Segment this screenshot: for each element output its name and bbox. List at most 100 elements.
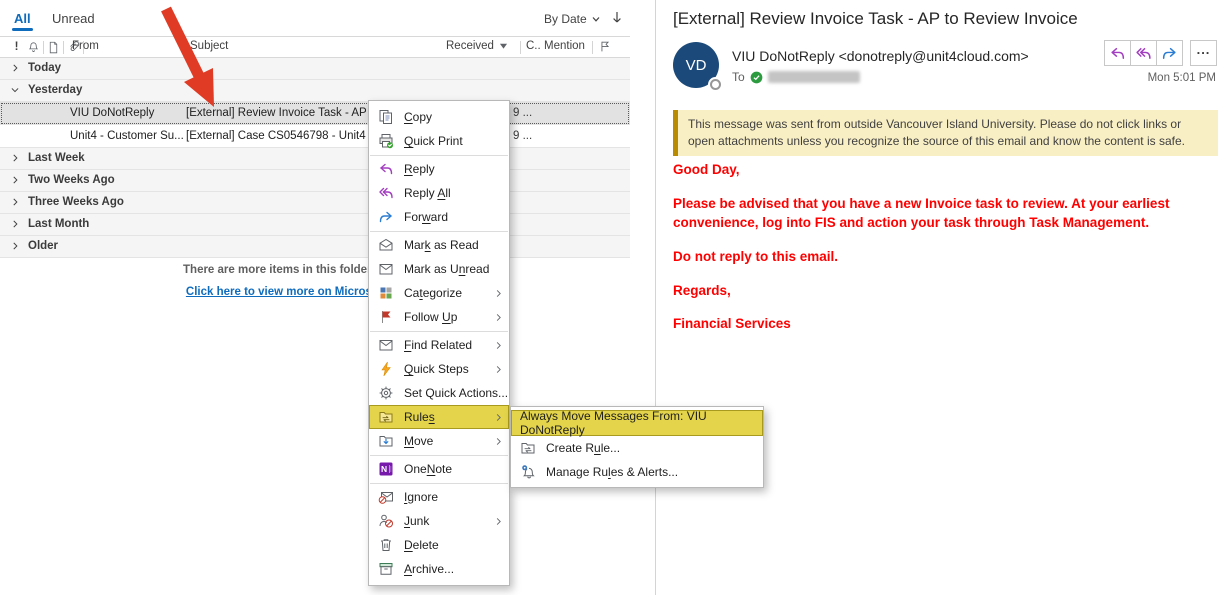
group-row-last-month[interactable]: Last Month bbox=[0, 214, 630, 236]
received-column-header[interactable]: Received bbox=[446, 40, 508, 52]
email-body-paragraph: Regards, bbox=[673, 282, 1212, 301]
onenote-icon: N bbox=[378, 461, 394, 477]
menu-item-quick-print[interactable]: Quick Print bbox=[369, 129, 509, 153]
menu-item-set-quick-actions[interactable]: Set Quick Actions... bbox=[369, 381, 509, 405]
bell-icon[interactable] bbox=[25, 41, 42, 54]
menu-item-label: Junk bbox=[404, 514, 493, 528]
group-label: Today bbox=[28, 62, 61, 74]
from-column-header[interactable]: From bbox=[72, 40, 99, 52]
mention-column-header[interactable]: Mention bbox=[544, 40, 585, 52]
importance-column-header[interactable]: ! bbox=[8, 41, 25, 53]
menu-item-label: Categorize bbox=[404, 286, 493, 300]
sort-by-dropdown[interactable]: By Date bbox=[544, 12, 601, 26]
reply-all-button[interactable] bbox=[1130, 40, 1157, 66]
to-label: To bbox=[732, 70, 745, 84]
flag-filter-icon[interactable] bbox=[598, 39, 612, 57]
checkmark-badge-icon bbox=[750, 71, 763, 84]
message-rows: Today YesterdayVIU DoNotReply[External] R… bbox=[0, 58, 630, 258]
group-row-yesterday[interactable]: Yesterday bbox=[0, 80, 630, 102]
avatar-initials: VD bbox=[686, 57, 707, 74]
sender-name[interactable]: VIU DoNotReply <donotreply@unit4cloud.co… bbox=[732, 48, 1029, 64]
menu-item-rules[interactable]: Rules bbox=[369, 405, 509, 429]
chevron-right-icon[interactable] bbox=[10, 175, 20, 188]
submenu-item-always-move-messages-from-viu-donotreply[interactable]: Always Move Messages From: VIU DoNotRepl… bbox=[511, 410, 763, 436]
menu-item-find-related[interactable]: Find Related bbox=[369, 333, 509, 357]
forward-icon bbox=[1161, 45, 1178, 62]
chevron-right-icon[interactable] bbox=[10, 219, 20, 232]
menu-item-archive[interactable]: Archive... bbox=[369, 557, 509, 581]
group-label: Older bbox=[28, 240, 58, 252]
chevron-right-icon bbox=[493, 364, 504, 375]
menu-item-label: Find Related bbox=[404, 338, 493, 352]
menu-separator bbox=[370, 483, 508, 484]
junk-icon bbox=[378, 513, 394, 529]
tab-unread[interactable]: Unread bbox=[52, 11, 95, 26]
page-icon[interactable] bbox=[45, 41, 62, 54]
group-row-older[interactable]: Older bbox=[0, 236, 630, 258]
menu-item-junk[interactable]: Junk bbox=[369, 509, 509, 533]
message-row[interactable]: VIU DoNotReply[External] Review Invoice … bbox=[0, 102, 630, 125]
menu-item-forward[interactable]: Forward bbox=[369, 205, 509, 229]
group-label: Two Weeks Ago bbox=[28, 174, 115, 186]
menu-item-copy[interactable]: Copy bbox=[369, 105, 509, 129]
group-row-three-weeks-ago[interactable]: Three Weeks Ago bbox=[0, 192, 630, 214]
menu-item-label: Reply bbox=[404, 162, 504, 176]
mark-unread-icon bbox=[378, 261, 394, 277]
menu-item-mark-as-unread[interactable]: Mark as Unread bbox=[369, 257, 509, 281]
chevron-right-icon[interactable] bbox=[10, 63, 20, 76]
move-icon bbox=[378, 433, 394, 449]
header-divider bbox=[43, 41, 44, 54]
reply-all-icon bbox=[378, 185, 394, 201]
redacted-recipient[interactable] bbox=[768, 71, 860, 83]
rules-submenu: Always Move Messages From: VIU DoNotRepl… bbox=[510, 406, 764, 488]
chevron-right-icon[interactable] bbox=[10, 153, 20, 166]
chevron-right-icon bbox=[493, 516, 504, 527]
sort-by-label: By Date bbox=[544, 12, 587, 26]
menu-item-ignore[interactable]: Ignore bbox=[369, 485, 509, 509]
chevron-right-icon[interactable] bbox=[10, 197, 20, 210]
group-row-today[interactable]: Today bbox=[0, 58, 630, 80]
email-body-paragraph: Please be advised that you have a new In… bbox=[673, 195, 1212, 233]
message-received: 9 ... bbox=[513, 130, 532, 142]
menu-item-follow-up[interactable]: Follow Up bbox=[369, 305, 509, 329]
message-row[interactable]: Unit4 - Customer Su...[External] Case CS… bbox=[0, 125, 630, 148]
submenu-item-manage-rules-alerts[interactable]: Manage Rules & Alerts... bbox=[511, 460, 763, 484]
menu-item-reply[interactable]: Reply bbox=[369, 157, 509, 181]
menu-item-delete[interactable]: Delete bbox=[369, 533, 509, 557]
categorize-icon bbox=[378, 285, 394, 301]
menu-item-reply-all[interactable]: Reply All bbox=[369, 181, 509, 205]
received-label: Received bbox=[446, 40, 494, 52]
email-subject: [External] Review Invoice Task - AP to R… bbox=[673, 9, 1078, 29]
menu-item-label: Quick Steps bbox=[404, 362, 493, 376]
archive-icon bbox=[378, 561, 394, 577]
reply-icon bbox=[378, 161, 394, 177]
menu-item-mark-as-read[interactable]: Mark as Read bbox=[369, 233, 509, 257]
submenu-item-create-rule[interactable]: Create Rule... bbox=[511, 436, 763, 460]
message-actions: ... bbox=[1104, 40, 1217, 66]
reply-button[interactable] bbox=[1104, 40, 1131, 66]
chevron-down-icon[interactable] bbox=[10, 85, 20, 98]
categories-column-header[interactable]: C.. bbox=[526, 40, 541, 52]
menu-item-move[interactable]: Move bbox=[369, 429, 509, 453]
header-divider bbox=[63, 41, 64, 54]
menu-item-label: Follow Up bbox=[404, 310, 493, 324]
avatar[interactable]: VD bbox=[673, 42, 719, 88]
menu-item-quick-steps[interactable]: Quick Steps bbox=[369, 357, 509, 381]
tab-all[interactable]: All bbox=[14, 11, 31, 26]
sort-direction-button[interactable] bbox=[610, 10, 624, 30]
forward-button[interactable] bbox=[1156, 40, 1183, 66]
menu-item-label: Mark as Unread bbox=[404, 262, 504, 276]
email-body: Good Day,Please be advised that you have… bbox=[673, 161, 1212, 349]
print-icon bbox=[378, 133, 394, 149]
group-row-last-week[interactable]: Last Week bbox=[0, 148, 630, 170]
more-actions-button[interactable]: ... bbox=[1190, 40, 1217, 66]
group-row-two-weeks-ago[interactable]: Two Weeks Ago bbox=[0, 170, 630, 192]
manage-rules-icon bbox=[520, 464, 536, 480]
menu-item-label: Archive... bbox=[404, 562, 504, 576]
chevron-right-icon[interactable] bbox=[10, 241, 20, 254]
menu-item-label: Move bbox=[404, 434, 493, 448]
header-divider bbox=[592, 41, 593, 54]
menu-item-onenote[interactable]: NOneNote bbox=[369, 457, 509, 481]
menu-item-categorize[interactable]: Categorize bbox=[369, 281, 509, 305]
subject-column-header[interactable]: Subject bbox=[190, 40, 228, 52]
